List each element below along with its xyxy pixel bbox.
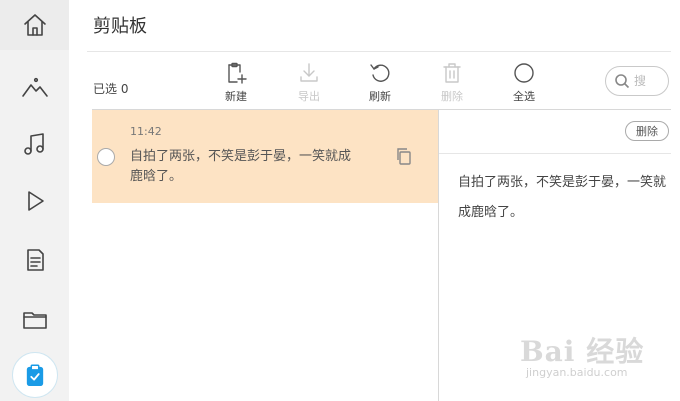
refresh-icon	[370, 64, 390, 82]
clip-list: 11:42 自拍了两张，不笑是彭于晏，一笑就成鹿晗了。	[92, 110, 438, 401]
copy-icon	[397, 148, 411, 165]
music-note-icon	[23, 133, 44, 155]
copy-button[interactable]	[395, 147, 413, 169]
sidebar-item-documents[interactable]	[0, 235, 69, 285]
sidebar-item-music[interactable]	[0, 119, 69, 169]
delete-button[interactable]: 删除	[427, 61, 477, 104]
new-button[interactable]: 新建	[211, 61, 261, 104]
folder-icon	[22, 312, 47, 329]
sidebar-item-video[interactable]	[0, 176, 69, 226]
trash-icon	[443, 63, 461, 83]
sidebar-item-clipboard[interactable]	[0, 350, 69, 400]
detail-text: 自拍了两张，不笑是彭于晏，一笑就成鹿晗了。	[458, 175, 667, 220]
document-icon	[26, 249, 44, 271]
refresh-label: 刷新	[369, 90, 391, 103]
clipboard-check-icon	[26, 364, 43, 386]
sidebar-item-home[interactable]	[0, 0, 69, 50]
watermark-text: Bai 经验	[520, 335, 645, 368]
export-label: 导出	[298, 90, 320, 103]
clip-time: 11:42	[130, 125, 162, 138]
selected-count: 已选 0	[93, 82, 129, 96]
search-input[interactable]	[634, 74, 668, 88]
active-indicator	[11, 352, 58, 398]
download-icon	[300, 63, 318, 82]
search-icon	[615, 74, 630, 89]
clip-text: 自拍了两张，不笑是彭于晏，一笑就成鹿晗了。	[130, 149, 352, 184]
watermark-logo: Bai 经验 jingyan.baidu.com	[520, 330, 644, 379]
list-item[interactable]: 11:42 自拍了两张，不笑是彭于晏，一笑就成鹿晗了。	[92, 110, 438, 203]
clip-select-radio[interactable]	[97, 148, 115, 166]
mountain-icon	[21, 77, 48, 97]
select-all-circle-icon	[514, 63, 534, 83]
play-icon	[27, 191, 44, 211]
new-clip-icon	[228, 62, 247, 84]
refresh-button[interactable]: 刷新	[355, 61, 405, 104]
detail-divider	[439, 153, 671, 154]
search-box[interactable]	[605, 66, 669, 96]
select-all-button[interactable]: 全选	[499, 61, 549, 104]
sidebar-item-photos[interactable]	[0, 63, 69, 113]
header-divider	[87, 51, 671, 52]
detail-delete-button[interactable]: 删除	[625, 121, 669, 141]
app-window: 剪贴板 已选 0 新建 导出 刷新 删除 全选 搜 11:42 自拍了两张，不笑…	[0, 0, 680, 401]
export-button[interactable]: 导出	[284, 61, 334, 104]
sidebar-item-files[interactable]	[0, 294, 69, 344]
select-all-label: 全选	[513, 90, 535, 103]
sidebar	[0, 0, 69, 401]
new-label: 新建	[225, 90, 247, 103]
page-title: 剪贴板	[93, 16, 147, 37]
delete-label: 删除	[441, 90, 463, 103]
home-icon	[23, 14, 46, 36]
watermark-url: jingyan.baidu.com	[526, 366, 628, 379]
